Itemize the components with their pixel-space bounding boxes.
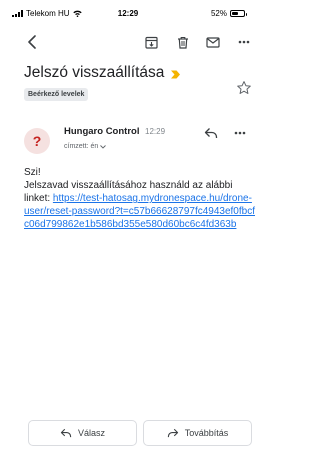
more-icon xyxy=(234,131,246,135)
subject-text: Jelszó visszaállítása xyxy=(24,64,165,81)
delete-button[interactable] xyxy=(174,30,192,54)
recipient-text: címzett: én xyxy=(64,143,99,150)
reply-icon-button[interactable] xyxy=(204,126,224,144)
battery-percent: 52% xyxy=(210,9,227,18)
reply-button[interactable]: Válasz xyxy=(28,420,137,446)
battery-icon xyxy=(230,10,247,17)
more-options-button[interactable] xyxy=(236,30,252,54)
status-bar: Telekom HU 12:29 52% xyxy=(0,0,256,26)
email-subject: Jelszó visszaállítása xyxy=(24,64,224,82)
sender-name[interactable]: Hungaro Control xyxy=(64,126,139,137)
trash-icon xyxy=(178,36,188,49)
status-right: 52% xyxy=(210,9,247,18)
back-button[interactable] xyxy=(22,30,42,54)
more-icon xyxy=(238,40,250,44)
toolbar xyxy=(0,30,256,54)
archive-icon xyxy=(144,36,158,49)
body-greeting: Szi! xyxy=(24,167,41,178)
archive-button[interactable] xyxy=(142,30,160,54)
reply-label: Válasz xyxy=(77,428,105,438)
reset-password-link[interactable]: https://test-hatosag.mydronespace.hu/dro… xyxy=(24,193,255,230)
sender-avatar[interactable]: ? xyxy=(24,128,50,154)
reply-icon xyxy=(60,428,72,438)
forward-icon xyxy=(167,428,178,438)
important-marker-icon xyxy=(171,70,181,78)
star-icon xyxy=(237,81,251,94)
recipient-details[interactable]: címzett: én xyxy=(64,143,107,150)
message-more-button[interactable] xyxy=(234,126,252,144)
email-body: Szi! Jelszavad visszaállításához használ… xyxy=(24,166,256,231)
back-arrow-icon xyxy=(28,35,36,49)
chevron-down-icon xyxy=(100,144,107,149)
star-button[interactable] xyxy=(236,80,252,96)
forward-button[interactable]: Továbbítás xyxy=(143,420,252,446)
mark-unread-button[interactable] xyxy=(204,30,222,54)
inbox-label-chip[interactable]: Beérkező levelek xyxy=(24,88,89,101)
reply-icon xyxy=(204,128,218,138)
sent-time: 12:29 xyxy=(145,127,166,136)
forward-label: Továbbítás xyxy=(184,428,229,438)
mail-icon xyxy=(206,36,220,48)
